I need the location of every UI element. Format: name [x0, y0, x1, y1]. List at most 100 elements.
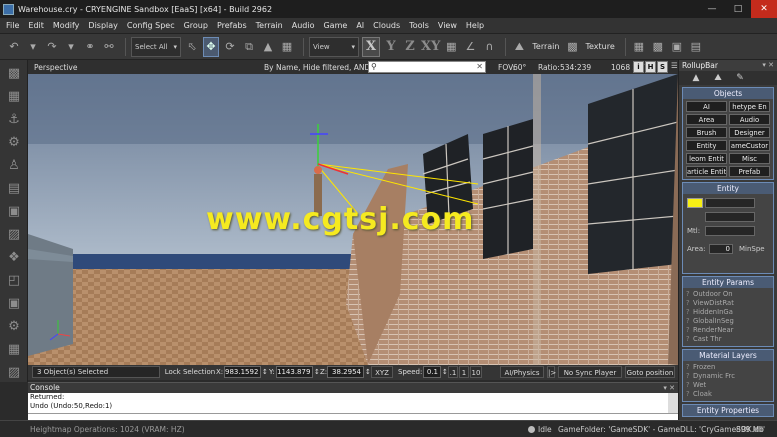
- perspective-viewport[interactable]: www.cgtsj.com: [28, 74, 678, 365]
- ai-physics-button[interactable]: AI/Physics: [500, 366, 544, 378]
- object-designer-button[interactable]: Designer: [729, 127, 770, 138]
- close-icon[interactable]: ▾ ✕: [762, 60, 774, 71]
- entity-field-input[interactable]: [705, 212, 755, 222]
- param-item[interactable]: ? Cast Thr: [686, 335, 770, 344]
- mtl-input[interactable]: [705, 226, 755, 236]
- tool-icon[interactable]: ▨: [4, 362, 24, 382]
- object-entity-button[interactable]: Entity: [686, 140, 727, 151]
- material-item[interactable]: ? Cloak: [686, 390, 770, 399]
- menu-icon[interactable]: ☰: [671, 61, 678, 70]
- param-item[interactable]: ? ViewDistRat: [686, 299, 770, 308]
- menu-game[interactable]: Game: [323, 21, 347, 30]
- object-prefab-button[interactable]: Prefab: [729, 166, 770, 177]
- close-icon[interactable]: ▾ ✕: [663, 383, 675, 393]
- sync-player-button[interactable]: No Sync Player: [558, 366, 622, 378]
- speed-step-01[interactable]: .1: [448, 366, 458, 378]
- entity-params-title[interactable]: Entity Params: [683, 277, 773, 288]
- console-scrollbar[interactable]: [668, 393, 678, 413]
- magnet-icon[interactable]: ∩: [481, 37, 497, 57]
- scale-icon[interactable]: ⧉: [241, 37, 257, 57]
- viewport-filter[interactable]: By Name, Hide filtered, AND: [264, 63, 370, 72]
- entity-name-input[interactable]: [705, 198, 755, 208]
- tool-icon[interactable]: ▦: [4, 339, 24, 359]
- tool-icon[interactable]: ⚙: [4, 132, 24, 152]
- redo-dropdown-icon[interactable]: ▾: [63, 37, 79, 57]
- material-item[interactable]: ? Dynamic Frc: [686, 372, 770, 381]
- terrain-tab-icon[interactable]: ⛰: [707, 73, 729, 83]
- axis-x-button[interactable]: X: [362, 36, 380, 57]
- menu-prefabs[interactable]: Prefabs: [217, 21, 247, 30]
- undo-icon[interactable]: ↶: [6, 37, 22, 57]
- align-icon[interactable]: ▦: [279, 37, 295, 57]
- tool-icon[interactable]: ▩: [650, 37, 666, 57]
- snap-angle-icon[interactable]: ∠: [462, 37, 478, 57]
- texture-icon[interactable]: ▩: [564, 37, 580, 57]
- speed-input[interactable]: 0.1: [423, 366, 441, 378]
- menu-ai[interactable]: AI: [356, 21, 364, 30]
- menu-view[interactable]: View: [438, 21, 457, 30]
- minimize-icon[interactable]: —: [699, 0, 725, 18]
- tool-icon[interactable]: ▩: [4, 63, 24, 83]
- param-item[interactable]: ? RenderNear: [686, 326, 770, 335]
- objects-tab-icon[interactable]: ▲: [685, 73, 707, 83]
- redo-icon[interactable]: ↷: [44, 37, 60, 57]
- objects-panel-title[interactable]: Objects: [683, 88, 773, 99]
- viewport-search-input[interactable]: ⚲ ✕: [368, 61, 486, 73]
- spin-icon[interactable]: ↕: [365, 366, 371, 378]
- object-gamecustom-button[interactable]: ameCustor: [729, 140, 770, 151]
- tool-icon[interactable]: ▤: [4, 178, 24, 198]
- step-icon[interactable]: |>: [547, 366, 556, 378]
- terrain-icon[interactable]: ⛰: [511, 37, 527, 57]
- undo-dropdown-icon[interactable]: ▾: [25, 37, 41, 57]
- modify-tab-icon[interactable]: ✎: [729, 73, 751, 83]
- texture-button[interactable]: Texture: [583, 37, 616, 57]
- object-brush-button[interactable]: Brush: [686, 127, 727, 138]
- unlink-icon[interactable]: ⚯: [101, 37, 117, 57]
- lock-selection-button[interactable]: Lock Selection: [164, 366, 216, 378]
- move-icon[interactable]: ✥: [203, 36, 219, 57]
- menu-tools[interactable]: Tools: [409, 21, 429, 30]
- tool-icon[interactable]: ▣: [669, 37, 685, 57]
- area-input[interactable]: 0: [709, 244, 733, 254]
- object-particle-entity-button[interactable]: article Entit: [686, 166, 727, 177]
- object-misc-button[interactable]: Misc: [729, 153, 770, 164]
- select-icon[interactable]: ⬁: [184, 37, 200, 57]
- param-item[interactable]: ? HiddenInGa: [686, 308, 770, 317]
- close-icon[interactable]: ✕: [751, 0, 777, 18]
- tool-icon[interactable]: ▣: [4, 293, 24, 313]
- spin-icon[interactable]: ↕: [314, 366, 320, 378]
- param-item[interactable]: ? Outdoor On: [686, 290, 770, 299]
- x-coordinate-input[interactable]: 983.1592: [224, 366, 261, 378]
- xyz-button[interactable]: XYZ: [371, 366, 393, 378]
- tool-icon[interactable]: ▣: [4, 201, 24, 221]
- entity-panel-title[interactable]: Entity: [683, 183, 773, 194]
- terrain-button[interactable]: Terrain: [530, 37, 561, 57]
- axis-y-button[interactable]: Y: [383, 37, 399, 57]
- link-icon[interactable]: ⚭: [82, 37, 98, 57]
- object-geom-entity-button[interactable]: leom Entit: [686, 153, 727, 164]
- info-button[interactable]: i: [633, 61, 644, 73]
- object-area-button[interactable]: Area: [686, 114, 727, 125]
- object-audio-button[interactable]: Audio: [729, 114, 770, 125]
- maximize-icon[interactable]: □: [725, 0, 751, 18]
- spin-icon[interactable]: ↕: [442, 366, 448, 378]
- axis-z-button[interactable]: Z: [402, 37, 418, 57]
- tool-icon[interactable]: ▦: [631, 37, 647, 57]
- terrain-snap-icon[interactable]: ▲: [260, 37, 276, 57]
- param-item[interactable]: ? GlobalInSeg: [686, 317, 770, 326]
- menu-group[interactable]: Group: [184, 21, 208, 30]
- material-layers-title[interactable]: Material Layers: [683, 350, 773, 361]
- material-item[interactable]: ? Frozen: [686, 363, 770, 372]
- console-output[interactable]: Returned: Undo (Undo:50,Redo:1): [28, 393, 668, 413]
- tool-icon[interactable]: ▦: [4, 86, 24, 106]
- z-coordinate-input[interactable]: 38.2954: [327, 366, 364, 378]
- goto-position-button[interactable]: Goto position: [625, 366, 675, 378]
- menu-clouds[interactable]: Clouds: [373, 21, 400, 30]
- menu-help[interactable]: Help: [466, 21, 484, 30]
- speed-step-1[interactable]: 1: [459, 366, 469, 378]
- tool-icon[interactable]: ▤: [688, 37, 704, 57]
- tool-icon[interactable]: ⚙: [4, 316, 24, 336]
- object-archetype-button[interactable]: hetype En: [729, 101, 770, 112]
- menu-display[interactable]: Display: [88, 21, 118, 30]
- spin-icon[interactable]: ↕: [262, 366, 268, 378]
